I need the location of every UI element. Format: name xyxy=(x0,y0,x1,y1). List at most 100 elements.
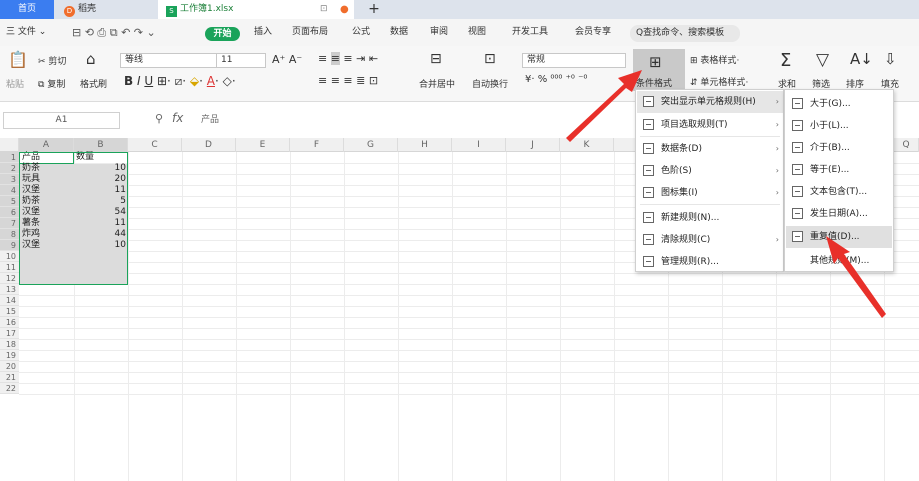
row-header-13[interactable]: 13 xyxy=(0,284,19,295)
col-header-j[interactable]: J xyxy=(506,138,560,152)
fx-icon[interactable]: fx xyxy=(172,111,183,125)
tab-daoke[interactable]: D 稻壳 xyxy=(56,0,156,19)
command-search-input[interactable]: Q查找命令、搜索模板 xyxy=(630,25,740,42)
row-gridline xyxy=(19,383,919,384)
col-gridline xyxy=(344,152,345,481)
row-header-2[interactable]: 2 xyxy=(0,163,19,174)
file-menu[interactable]: 三 文件 ⌄ xyxy=(6,19,46,46)
col-header-b[interactable]: B xyxy=(74,138,128,152)
font-size-select[interactable]: 11 xyxy=(216,53,266,68)
pin-icon[interactable]: ⊡ xyxy=(320,0,328,19)
col-header-a[interactable]: A xyxy=(19,138,74,152)
align-top-toolbar[interactable]: ≡ ≡ ≡ ⇥ ⇤ xyxy=(318,52,378,65)
merge-center-button[interactable]: 合并居中 xyxy=(419,77,455,90)
fill-icon[interactable]: ⇩ xyxy=(884,50,897,68)
highlight-rule-item-1[interactable]: 小于(L)... xyxy=(786,115,892,137)
cf-menu-item-3[interactable]: 色阶(S) › xyxy=(637,160,783,182)
row-header-3[interactable]: 3 xyxy=(0,174,19,185)
filter-icon[interactable]: ▽ xyxy=(816,50,829,70)
cf-menu-item-7[interactable]: 管理规则(R)... xyxy=(637,251,783,273)
font-style-toolbar[interactable]: B I U ⊞· ⧄· ⬙· A· ◇· xyxy=(124,74,236,89)
tab-developer[interactable]: 开发工具 xyxy=(512,19,548,46)
highlight-rule-item-4[interactable]: 文本包含(T)... xyxy=(786,181,892,203)
row-header-10[interactable]: 10 xyxy=(0,251,19,262)
highlight-rule-label: 大于(G)... xyxy=(810,99,851,109)
rule-icon xyxy=(792,186,803,197)
row-header-1[interactable]: 1 xyxy=(0,152,19,163)
sort-icon[interactable]: A↓ xyxy=(850,50,873,68)
row-header-11[interactable]: 11 xyxy=(0,262,19,273)
col-header-q[interactable]: Q xyxy=(894,138,919,152)
cut-button[interactable]: ✂ 剪切 xyxy=(38,54,66,67)
new-tab-button[interactable]: + xyxy=(366,0,382,19)
row-header-17[interactable]: 17 xyxy=(0,328,19,339)
format-painter-button[interactable]: 格式刷 xyxy=(80,77,107,90)
col-header-i[interactable]: I xyxy=(452,138,506,152)
tab-start[interactable]: 开始 xyxy=(205,27,240,41)
cf-menu-item-label: 项目选取规则(T) xyxy=(661,120,728,130)
row-gridline xyxy=(19,284,919,285)
col-header-c[interactable]: C xyxy=(128,138,182,152)
col-gridline xyxy=(290,152,291,481)
sum-icon[interactable]: Σ xyxy=(780,50,791,71)
format-painter-icon[interactable]: ⌂ xyxy=(86,50,96,68)
row-header-20[interactable]: 20 xyxy=(0,361,19,372)
row-header-18[interactable]: 18 xyxy=(0,339,19,350)
paste-icon[interactable]: 📋 xyxy=(8,50,28,69)
align-bottom-toolbar[interactable]: ≡ ≡ ≡ ≣ ⊡ xyxy=(318,74,378,87)
tab-formula[interactable]: 公式 xyxy=(352,19,370,46)
tab-data[interactable]: 数据 xyxy=(390,19,408,46)
quick-access-icons[interactable]: ⊟ ⟲ ⎙ ⧉ ↶ ↷ ⌄ xyxy=(72,19,156,46)
row-header-14[interactable]: 14 xyxy=(0,295,19,306)
selection-border xyxy=(19,152,128,285)
col-header-f[interactable]: F xyxy=(290,138,344,152)
tab-view[interactable]: 视图 xyxy=(468,19,486,46)
row-header-5[interactable]: 5 xyxy=(0,196,19,207)
copy-button[interactable]: ⧉ 复制 xyxy=(38,77,65,90)
row-header-9[interactable]: 9 xyxy=(0,240,19,251)
row-header-6[interactable]: 6 xyxy=(0,207,19,218)
wrap-text-button[interactable]: 自动换行 xyxy=(472,77,508,90)
col-header-e[interactable]: E xyxy=(236,138,290,152)
tab-insert[interactable]: 插入 xyxy=(254,19,272,46)
tab-workbook[interactable]: S 工作簿1.xlsx ⊡ ● xyxy=(158,0,354,19)
tab-page-layout[interactable]: 页面布局 xyxy=(292,19,328,46)
col-header-d[interactable]: D xyxy=(182,138,236,152)
highlight-rule-item-2[interactable]: 介于(B)... xyxy=(786,137,892,159)
row-header-12[interactable]: 12 xyxy=(0,273,19,284)
cf-menu-item-6[interactable]: 清除规则(C) › xyxy=(637,229,783,251)
merge-icon[interactable]: ⊟ xyxy=(430,51,442,67)
cf-menu-item-label: 突出显示单元格规则(H) xyxy=(661,97,756,107)
highlight-rule-item-5[interactable]: 发生日期(A)... xyxy=(786,203,892,225)
zoom-formula-icon[interactable]: ⚲ xyxy=(155,112,163,125)
tab-review[interactable]: 审阅 xyxy=(430,19,448,46)
daoke-logo-icon: D xyxy=(64,6,75,17)
row-header-19[interactable]: 19 xyxy=(0,350,19,361)
cell-style-button[interactable]: ⇵ 单元格样式· xyxy=(690,75,748,88)
wrap-icon[interactable]: ⊡ xyxy=(484,51,496,67)
name-box[interactable]: A1 xyxy=(3,112,120,129)
font-grow-shrink-icon[interactable]: A⁺ A⁻ xyxy=(272,53,302,66)
row-gridline xyxy=(19,394,919,395)
row-header-4[interactable]: 4 xyxy=(0,185,19,196)
table-style-button[interactable]: ⊞ 表格样式· xyxy=(690,53,739,66)
spreadsheet-icon: S xyxy=(166,6,177,17)
table-style-label: 表格样式 xyxy=(700,56,737,66)
col-header-h[interactable]: H xyxy=(398,138,452,152)
rule-icon xyxy=(643,187,654,198)
highlight-rule-item-3[interactable]: 等于(E)... xyxy=(786,159,892,181)
tab-home[interactable]: 首页 xyxy=(0,0,54,19)
select-all-corner[interactable] xyxy=(0,138,19,152)
row-header-21[interactable]: 21 xyxy=(0,372,19,383)
row-header-15[interactable]: 15 xyxy=(0,306,19,317)
row-header-8[interactable]: 8 xyxy=(0,229,19,240)
highlight-rule-item-0[interactable]: 大于(G)... xyxy=(786,93,892,115)
row-header-7[interactable]: 7 xyxy=(0,218,19,229)
row-header-22[interactable]: 22 xyxy=(0,383,19,394)
tab-member[interactable]: 会员专享 xyxy=(575,19,611,46)
cf-menu-item-5[interactable]: 新建规则(N)... xyxy=(637,207,783,229)
paste-button[interactable]: 粘贴 xyxy=(6,77,24,90)
cf-menu-item-4[interactable]: 图标集(I) › xyxy=(637,182,783,204)
row-header-16[interactable]: 16 xyxy=(0,317,19,328)
col-header-g[interactable]: G xyxy=(344,138,398,152)
